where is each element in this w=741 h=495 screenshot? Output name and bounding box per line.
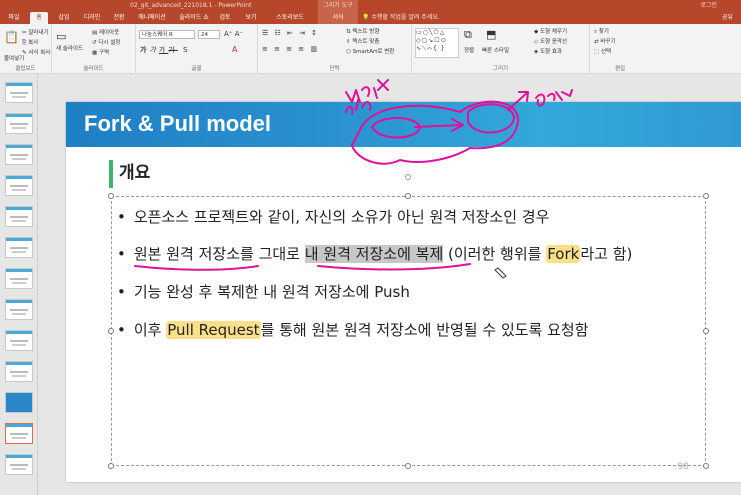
ink-handwriting-left (345, 79, 389, 115)
pen-annotations (134, 79, 573, 279)
ink-arrow (414, 118, 464, 132)
ink-underline-2 (317, 263, 471, 271)
ink-ellipse-right (467, 103, 515, 134)
ink-ellipse-left (371, 117, 421, 139)
ink-arrow-right (507, 91, 529, 111)
pen-cursor-icon (494, 267, 507, 279)
ink-handwriting-right (535, 89, 573, 107)
ink-underline-1 (134, 265, 259, 271)
